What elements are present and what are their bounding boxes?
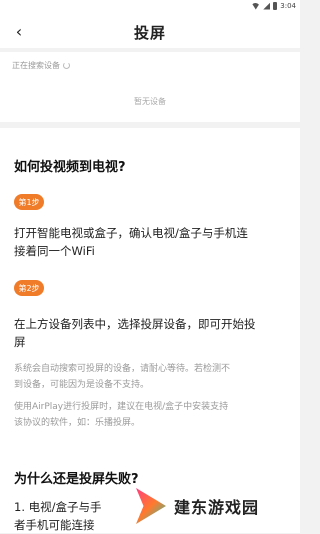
note-airplay: 使用AirPlay进行投屏时，建议在电视/盒子中安装支持 该协议的软件，如：乐播… bbox=[14, 399, 286, 431]
device-list-section: 正在搜索设备 暂无设备 bbox=[0, 52, 300, 122]
step1-badge: 第1步 bbox=[14, 194, 44, 210]
step2-text: 在上方设备列表中，选择投屏设备，即可开始投 屏 bbox=[14, 315, 286, 351]
step1-text-line2: 接着同一个WiFi bbox=[14, 244, 95, 258]
step2-text-line2: 屏 bbox=[14, 335, 26, 349]
cast-guide-section: 如何投视频到电视? 第1步 打开智能电视或盒子，确认电视/盒子与手机连 接着同一… bbox=[0, 128, 300, 533]
loading-spinner-icon bbox=[63, 62, 70, 69]
watermark-text: 建东游戏园 bbox=[172, 493, 262, 519]
guide-heading: 如何投视频到电视? bbox=[14, 160, 126, 175]
status-time: 3:04 bbox=[280, 2, 296, 10]
watermark: 建东游戏园 bbox=[136, 486, 296, 526]
battery-icon bbox=[273, 2, 278, 10]
note1-line1: 系统会自动搜索可投屏的设备，请耐心等待。若检测不 bbox=[14, 364, 231, 374]
step2-badge: 第2步 bbox=[14, 280, 44, 296]
fail-heading: 为什么还是投屏失败? bbox=[14, 472, 139, 487]
searching-label: 正在搜索设备 bbox=[12, 61, 60, 70]
status-bar: 3:04 bbox=[0, 0, 300, 14]
note2-line2: 该协议的软件，如：乐播投屏。 bbox=[14, 418, 141, 428]
note2-line1: 使用AirPlay进行投屏时，建议在电视/盒子中安装支持 bbox=[14, 402, 229, 412]
status-icons: 3:04 bbox=[251, 2, 296, 10]
step1-text-line1: 打开智能电视或盒子，确认电视/盒子与手机连 bbox=[14, 226, 248, 240]
step1-text: 打开智能电视或盒子，确认电视/盒子与手机连 接着同一个WiFi bbox=[14, 224, 286, 260]
searching-status: 正在搜索设备 bbox=[12, 60, 70, 71]
app-header: ‹ 投屏 bbox=[0, 14, 300, 48]
page-title: 投屏 bbox=[133, 24, 166, 42]
watermark-logo-icon bbox=[136, 488, 166, 524]
note-auto-search: 系统会自动搜索可投屏的设备，请耐心等待。若检测不 到设备，可能因为是设备不支持。 bbox=[14, 361, 286, 393]
signal-icon bbox=[263, 2, 271, 10]
step2-text-line1: 在上方设备列表中，选择投屏设备，即可开始投 bbox=[14, 317, 256, 331]
empty-device-label: 暂无设备 bbox=[134, 97, 166, 106]
note1-line2: 到设备，可能因为是设备不支持。 bbox=[14, 380, 150, 390]
wifi-icon bbox=[251, 2, 261, 10]
